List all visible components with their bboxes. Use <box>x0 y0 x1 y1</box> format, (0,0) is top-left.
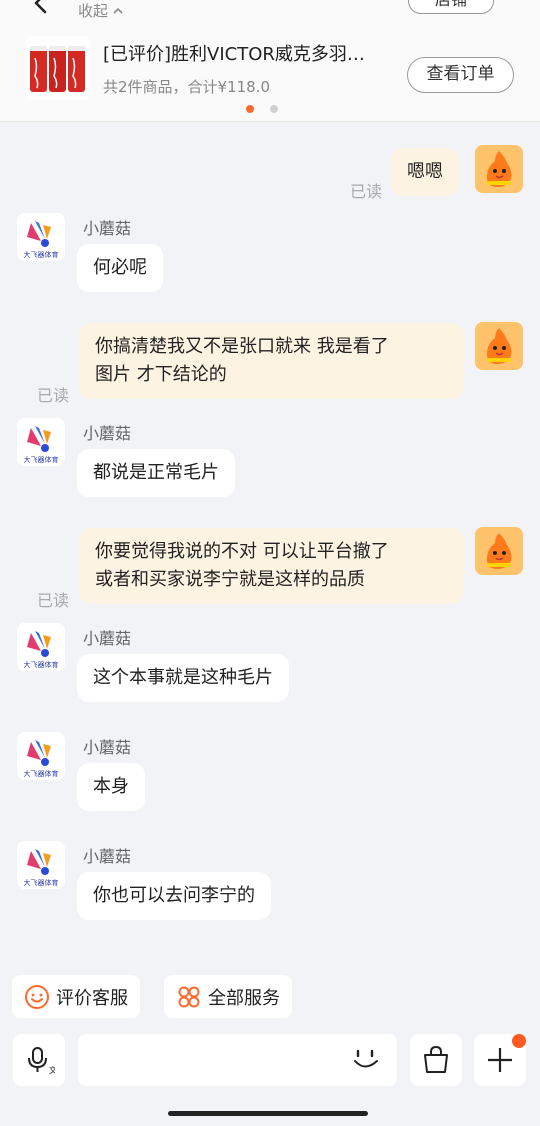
svg-text:大飞器体育: 大飞器体育 <box>24 250 59 259</box>
shop-logo-icon: 大飞器体育 <box>17 418 65 466</box>
product-title[interactable]: [已评价]胜利VICTOR威克多羽… <box>103 40 395 66</box>
carousel-dot-active <box>246 105 254 113</box>
orange-mascot-icon <box>475 322 523 370</box>
read-status: 已读 <box>350 182 383 201</box>
shop-message-bubble[interactable]: 这个本事就是这种毛片 <box>77 654 289 702</box>
emoji-icon[interactable] <box>352 1046 380 1074</box>
message-line: 或者和买家说李宁就是这样的品质 <box>95 569 365 590</box>
orange-mascot-icon <box>475 145 523 193</box>
carousel-dots <box>246 105 278 113</box>
home-indicator[interactable] <box>168 1111 368 1116</box>
svg-text:大飞器体育: 大飞器体育 <box>24 660 59 669</box>
message-line: 图片 才下结论的 <box>95 364 227 385</box>
shop-logo-icon: 大飞器体育 <box>17 623 65 671</box>
shop-avatar[interactable]: 大飞器体育 <box>17 841 65 889</box>
notification-dot <box>512 1034 526 1048</box>
shop-logo-icon: 大飞器体育 <box>17 841 65 889</box>
all-services-button[interactable]: 全部服务 <box>164 975 292 1018</box>
svg-text:大飞器体育: 大飞器体育 <box>24 455 59 464</box>
view-order-button[interactable]: 查看订单 <box>407 57 514 93</box>
my-avatar[interactable] <box>475 322 523 370</box>
plus-icon <box>488 1048 512 1072</box>
sender-name: 小蘑菇 <box>83 424 132 443</box>
sender-name: 小蘑菇 <box>83 629 132 648</box>
my-avatar[interactable] <box>475 527 523 575</box>
collapse-label: 收起 <box>78 2 109 20</box>
shopping-bag-button[interactable] <box>410 1034 462 1086</box>
my-avatar[interactable] <box>475 145 523 193</box>
shop-avatar[interactable]: 大飞器体育 <box>17 418 65 466</box>
shop-avatar[interactable]: 大飞器体育 <box>17 732 65 780</box>
my-message-bubble[interactable]: 你要觉得我说的不对 可以让平台撤了 或者和买家说李宁就是这样的品质 <box>79 528 464 604</box>
grid-services-icon <box>178 986 200 1007</box>
read-status: 已读 <box>37 386 70 405</box>
read-status: 已读 <box>37 591 70 610</box>
shop-button[interactable]: 店铺 <box>408 0 494 14</box>
voice-input-icon: 文 <box>28 1047 55 1075</box>
shop-avatar[interactable]: 大飞器体育 <box>17 213 65 261</box>
shop-message-bubble[interactable]: 都说是正常毛片 <box>77 449 235 497</box>
collapse-toggle[interactable]: 收起 <box>78 0 124 21</box>
order-header: 收起 店铺 [已评价]胜利VICTOR威克多羽… 共2件商品，合计¥118.0 … <box>0 0 540 122</box>
all-services-label: 全部服务 <box>208 987 280 1009</box>
shop-message-bubble[interactable]: 你也可以去问李宁的 <box>77 872 271 920</box>
message-line: 你要觉得我说的不对 可以让平台撤了 <box>95 541 389 562</box>
shop-message-bubble[interactable]: 本身 <box>77 763 145 811</box>
sender-name: 小蘑菇 <box>83 738 132 757</box>
sender-name: 小蘑菇 <box>83 847 132 866</box>
my-message-bubble[interactable]: 你搞清楚我又不是张口就来 我是看了 图片 才下结论的 <box>79 323 464 399</box>
shop-avatar[interactable]: 大飞器体育 <box>17 623 65 671</box>
rate-service-label: 评价客服 <box>56 987 128 1009</box>
orange-mascot-icon <box>475 527 523 575</box>
shop-logo-icon: 大飞器体育 <box>17 213 65 261</box>
rate-service-button[interactable]: 评价客服 <box>12 975 140 1018</box>
shuttlecock-tubes-image <box>30 46 85 92</box>
back-arrow-icon[interactable] <box>30 0 52 14</box>
shop-message-bubble[interactable]: 何必呢 <box>77 244 163 292</box>
shopping-bag-icon <box>424 1045 448 1073</box>
carousel-dot <box>270 105 278 113</box>
message-line: 你搞清楚我又不是张口就来 我是看了 <box>95 336 389 357</box>
message-input[interactable] <box>78 1034 397 1086</box>
my-message-bubble[interactable]: 嗯嗯 <box>391 148 459 196</box>
svg-text:文: 文 <box>49 1065 55 1075</box>
svg-text:大飞器体育: 大飞器体育 <box>24 769 59 778</box>
chevron-up-icon <box>113 7 123 14</box>
voice-input-button[interactable]: 文 <box>13 1034 65 1086</box>
shop-logo-icon: 大飞器体育 <box>17 732 65 780</box>
product-thumbnail[interactable] <box>26 36 90 100</box>
svg-text:大飞器体育: 大飞器体育 <box>24 878 59 887</box>
product-summary: 共2件商品，合计¥118.0 <box>103 78 271 96</box>
sender-name: 小蘑菇 <box>83 219 132 238</box>
smile-icon <box>25 984 49 1009</box>
